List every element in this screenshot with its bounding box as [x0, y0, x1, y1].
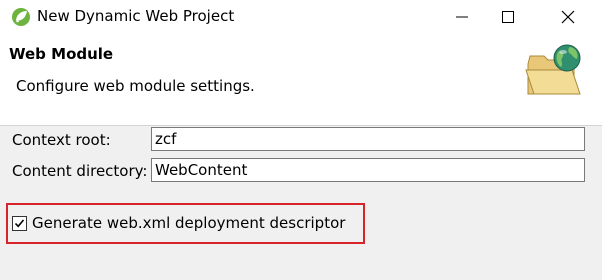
content-directory-input[interactable] — [151, 158, 585, 182]
web-module-folder-globe-icon — [524, 42, 588, 102]
close-button[interactable] — [540, 0, 596, 34]
minimize-icon — [456, 16, 468, 18]
page-title: Web Module — [9, 45, 114, 63]
eclipse-spring-icon — [11, 7, 31, 27]
window-title: New Dynamic Web Project — [37, 7, 235, 25]
checkmark-icon — [14, 219, 25, 228]
wizard-banner: Web Module Configure web module settings… — [0, 34, 602, 126]
context-root-label: Context root: — [12, 131, 111, 149]
close-icon — [561, 10, 575, 24]
maximize-button[interactable] — [480, 0, 536, 34]
title-bar: New Dynamic Web Project — [0, 0, 602, 34]
context-root-input[interactable] — [151, 127, 585, 151]
generate-descriptor-checkbox[interactable] — [12, 216, 27, 231]
content-directory-label: Content directory: — [12, 162, 148, 180]
maximize-icon — [502, 11, 514, 23]
generate-descriptor-label[interactable]: Generate web.xml deployment descriptor — [32, 214, 345, 232]
page-description: Configure web module settings. — [16, 77, 255, 95]
